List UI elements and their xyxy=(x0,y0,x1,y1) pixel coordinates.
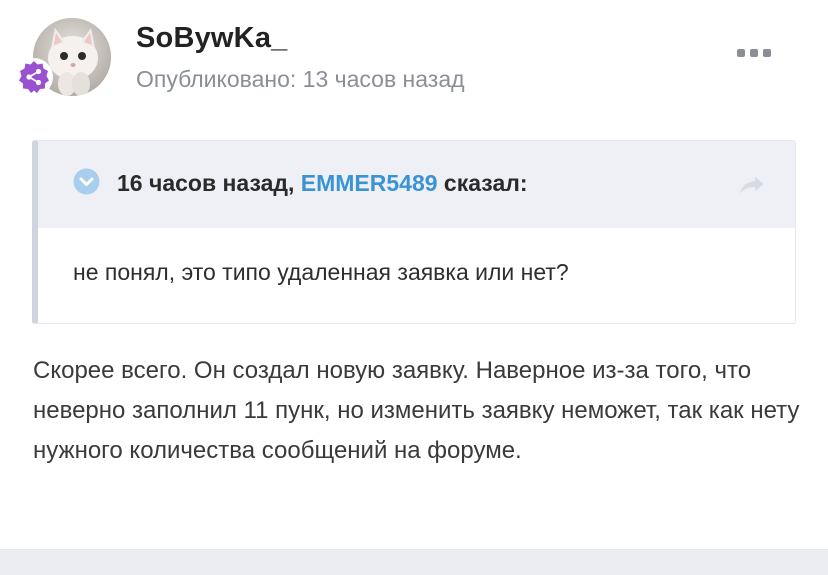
chevron-down-circle-icon[interactable] xyxy=(73,168,100,195)
quote-block: 16 часов назад, EMMER5489 сказал: не пон… xyxy=(32,140,796,324)
quote-user-link[interactable]: EMMER5489 xyxy=(301,170,438,196)
group-badge xyxy=(15,58,53,96)
forum-post: SoBywKa_ Опубликовано: 13 часов назад 16… xyxy=(0,0,828,550)
quote-said: сказал: xyxy=(437,170,528,196)
post-content: Скорее всего. Он создал новую заявку. На… xyxy=(33,357,800,464)
share-arrow-icon[interactable] xyxy=(737,173,767,197)
share-network-icon xyxy=(19,61,49,93)
published-time: Опубликовано: 13 часов назад xyxy=(136,66,465,92)
more-options-icon xyxy=(737,49,745,57)
quote-separator: , xyxy=(287,170,301,196)
quote-text: не понял, это типо удаленная заявка или … xyxy=(73,259,569,285)
more-options-button[interactable] xyxy=(737,45,771,61)
quote-citation: 16 часов назад, EMMER5489 сказал: xyxy=(117,170,528,197)
quote-header: 16 часов назад, EMMER5489 сказал: xyxy=(38,141,795,228)
quote-time[interactable]: 16 часов назад xyxy=(117,170,288,196)
author-name[interactable]: SoBywKa_ xyxy=(136,22,288,55)
